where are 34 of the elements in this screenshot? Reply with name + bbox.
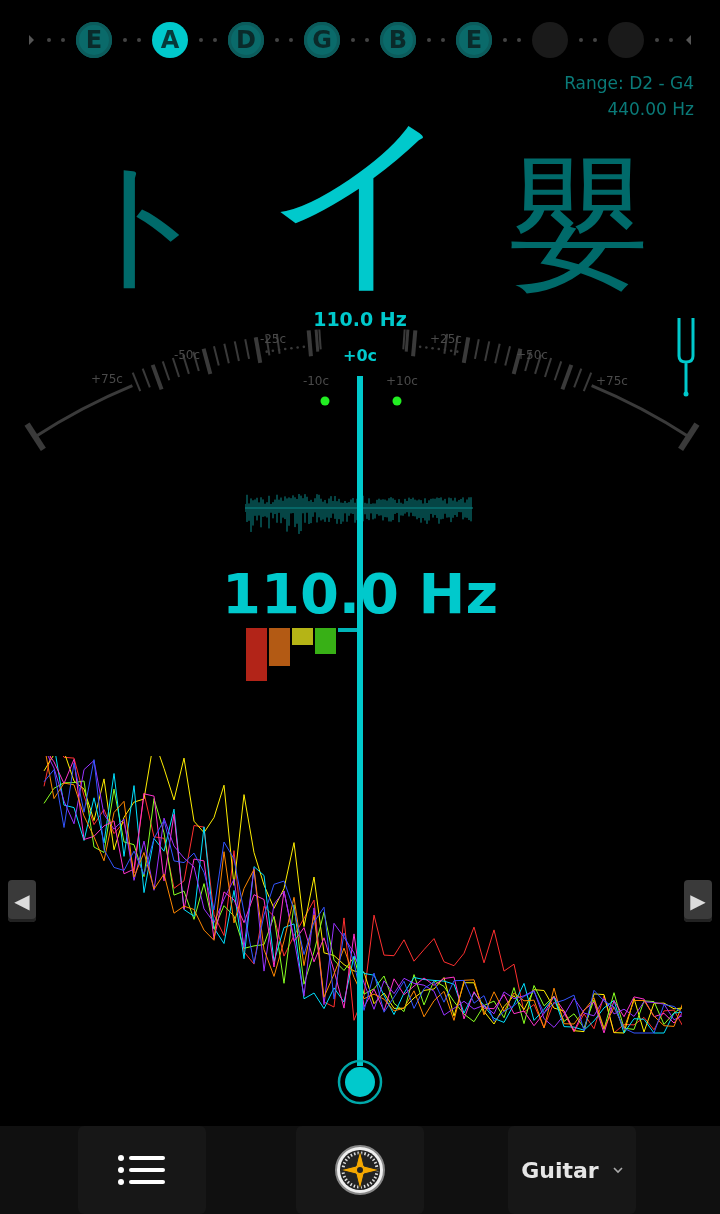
string-note-button[interactable]: B [380,22,416,58]
menu-button[interactable] [78,1126,206,1214]
chevron-down-icon [612,1166,623,1174]
in-tune-dot [392,396,402,406]
menu-icon [117,1155,167,1185]
string-note-button[interactable]: A [152,22,188,58]
neighbor-note: 嬰 [508,146,649,300]
cent-reading: +0c [343,346,377,365]
cent-label: +10c [386,374,418,388]
detected-note: イ [264,100,459,300]
reference-pitch: 440.00 Hz [607,98,694,121]
compass-icon [334,1144,386,1196]
cent-label: +75c [596,374,628,388]
string-note-button[interactable]: G [304,22,340,58]
compass-button[interactable] [296,1126,424,1214]
cent-label: -50c [173,348,201,362]
neighbor-note: ト [71,146,215,300]
cent-label: -25c [259,332,287,346]
cent-label: +50c [516,348,548,362]
previous-button[interactable]: ◀ [8,880,36,922]
in-tune-dot [320,396,330,406]
string-note-button[interactable]: D [228,22,264,58]
instrument-dropdown[interactable]: Guitar [508,1126,636,1214]
cent-label: +25c [430,332,462,346]
cent-label: +75c [91,372,123,386]
string-note-button[interactable]: E [456,22,492,58]
tuning-fork-icon[interactable] [677,316,695,397]
right-end-icon [686,35,691,45]
string-note-button[interactable]: E [76,22,112,58]
next-button[interactable]: ▶ [684,880,712,922]
range-text: Range: D2 - G4 [564,72,694,95]
left-end-icon [29,35,34,45]
dial-frequency: 110.0 Hz [313,308,407,330]
cent-label: -10c [302,374,330,388]
